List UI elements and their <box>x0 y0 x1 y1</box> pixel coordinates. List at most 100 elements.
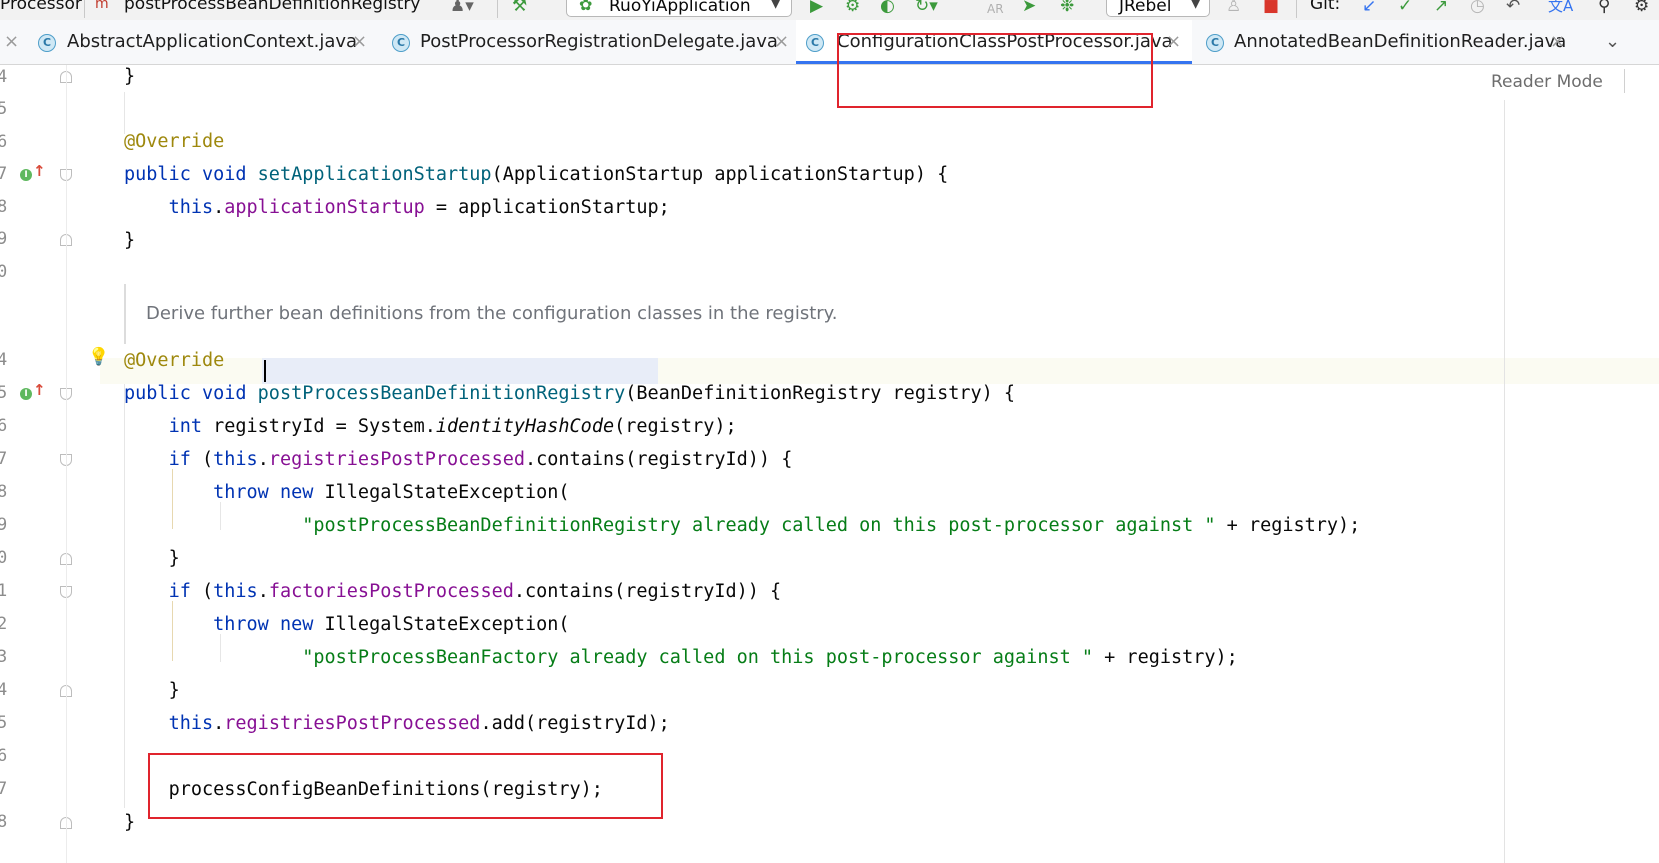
lightbulb-icon[interactable]: 💡 <box>88 347 109 367</box>
attach-icon[interactable]: ♙ <box>1226 0 1241 17</box>
close-icon[interactable]: × <box>1550 31 1565 52</box>
line-number: 0 <box>0 262 8 282</box>
close-icon[interactable]: × <box>774 31 789 52</box>
java-class-icon: C <box>392 34 410 52</box>
code-line: throw new IllegalStateException( <box>213 614 570 635</box>
search-icon[interactable]: ⚲ <box>1598 0 1610 17</box>
line-number: 7 <box>0 779 8 799</box>
toolbar-separator <box>1296 0 1297 18</box>
chevron-down-icon: ▼ <box>770 0 781 11</box>
tab-label: AnnotatedBeanDefinitionReader.java <box>1234 31 1567 52</box>
right-margin-guide <box>1504 100 1505 863</box>
main-toolbar: Processor m postProcessBeanDefinitionReg… <box>0 0 1659 20</box>
java-class-icon: C <box>806 34 824 52</box>
gutter-divider <box>66 65 67 863</box>
stop-icon[interactable]: ■ <box>1263 0 1279 17</box>
code-line: } <box>124 66 136 87</box>
indent-guide <box>124 92 125 134</box>
line-number: 5 <box>0 99 8 119</box>
line-number: 5 <box>0 383 8 403</box>
coverage-icon[interactable]: ◐ <box>880 0 895 17</box>
line-number: 2 <box>0 614 8 634</box>
line-number: 6 <box>0 416 8 436</box>
line-number: 6 <box>0 132 8 152</box>
method-name-highlight <box>262 358 658 384</box>
code-line: if (this.factoriesPostProcessed.contains… <box>168 581 782 602</box>
profile-icon[interactable]: ↻▾ <box>915 0 938 17</box>
jrebel-run-icon[interactable]: ➤ <box>1022 0 1036 17</box>
close-icon[interactable]: × <box>4 31 19 52</box>
settings-icon[interactable]: ⚙ <box>1634 0 1649 17</box>
close-icon[interactable]: × <box>352 31 367 52</box>
line-number: 7 <box>0 164 8 184</box>
reader-mode-divider <box>1624 69 1625 93</box>
rendered-javadoc[interactable]: Derive further bean definitions from the… <box>124 284 1546 344</box>
tab-annotated-bean-definition-reader[interactable]: C AnnotatedBeanDefinitionReader.java × <box>1196 20 1576 64</box>
line-number: 8 <box>0 197 8 217</box>
line-number: 6 <box>0 746 8 766</box>
line-number: 0 <box>0 548 8 568</box>
code-line: } <box>124 230 136 251</box>
git-update-icon[interactable]: ↙ <box>1362 0 1376 17</box>
breadcrumb-method[interactable]: postProcessBeanDefinitionRegistry <box>124 0 420 14</box>
code-line: @Override <box>124 131 225 152</box>
translate-icon[interactable]: 文A <box>1548 0 1573 17</box>
breadcrumb-class[interactable]: Processor <box>0 0 82 14</box>
code-line: "postProcessBeanFactory already called o… <box>302 647 1238 668</box>
implements-method-icon[interactable]: I <box>20 169 32 181</box>
tab-label: PostProcessorRegistrationDelegate.java <box>420 31 778 52</box>
editor-gutter[interactable]: 4 5 6 7 8 9 0 4 5 6 7 8 9 0 1 2 3 4 5 6 … <box>0 65 109 863</box>
code-line: this.applicationStartup = applicationSta… <box>168 197 670 218</box>
implements-method-icon[interactable]: I <box>20 388 32 400</box>
git-label: Git: <box>1310 0 1341 14</box>
method-icon: m <box>95 0 109 12</box>
code-editor[interactable]: 4 5 6 7 8 9 0 4 5 6 7 8 9 0 1 2 3 4 5 6 … <box>0 65 1659 863</box>
line-number: 9 <box>0 229 8 249</box>
code-line: } <box>124 812 136 833</box>
tab-post-processor-registration-delegate[interactable]: C PostProcessorRegistrationDelegate.java… <box>386 20 794 64</box>
line-number: 8 <box>0 812 8 832</box>
code-line: @Override <box>124 350 225 371</box>
tab-abstract-application-context[interactable]: C AbstractApplicationContext.java × <box>30 20 382 64</box>
line-number: 4 <box>0 680 8 700</box>
git-push-icon[interactable]: ↗ <box>1434 0 1448 17</box>
rollback-icon[interactable]: ↶ <box>1506 0 1520 17</box>
override-arrow-icon[interactable]: ↑ <box>33 381 46 399</box>
run-configuration-select[interactable]: ✿ RuoYiApplication ▼ <box>566 0 792 17</box>
chevron-down-icon: ▼ <box>1190 0 1201 11</box>
jrebel-select[interactable]: JRebel ▼ <box>1106 0 1210 17</box>
line-number: 1 <box>0 581 8 601</box>
debug-icon[interactable]: ⚙ <box>845 0 860 17</box>
history-icon[interactable]: ◷ <box>1470 0 1485 17</box>
code-line: } <box>168 680 180 701</box>
close-icon[interactable]: × <box>1166 31 1181 52</box>
spring-boot-icon: ✿ <box>579 0 593 14</box>
jrebel-debug-icon[interactable]: ❉ <box>1060 0 1074 17</box>
override-arrow-icon[interactable]: ↑ <box>33 162 46 180</box>
code-line: "postProcessBeanDefinitionRegistry alrea… <box>302 515 1361 536</box>
build-hammer-icon[interactable]: ⚒ <box>512 0 527 17</box>
code-line: int registryId = System.identityHashCode… <box>168 416 737 437</box>
ar-icon[interactable]: AR <box>987 0 1004 20</box>
run-configuration-label: RuoYiApplication <box>609 0 751 16</box>
jrebel-label: JRebel <box>1119 0 1172 16</box>
line-number: 7 <box>0 449 8 469</box>
code-line: public void postProcessBeanDefinitionReg… <box>124 383 1016 404</box>
user-icon[interactable]: ♟▾ <box>450 0 474 17</box>
run-icon[interactable]: ▶ <box>810 0 823 17</box>
java-class-icon: C <box>38 34 56 52</box>
java-class-icon: C <box>1206 34 1224 52</box>
toolbar-separator <box>497 0 498 18</box>
git-commit-icon[interactable]: ✓ <box>1398 0 1412 17</box>
chevron-down-icon[interactable]: ⌄ <box>1605 31 1620 52</box>
breadcrumb-separator <box>84 0 85 18</box>
text-caret <box>264 360 266 382</box>
reader-mode-toggle[interactable]: Reader Mode <box>1491 72 1603 92</box>
code-line: if (this.registriesPostProcessed.contain… <box>168 449 793 470</box>
line-number: 8 <box>0 482 8 502</box>
code-line: } <box>168 548 180 569</box>
editor-tab-bar: × C AbstractApplicationContext.java × C … <box>0 20 1659 65</box>
line-number: 3 <box>0 647 8 667</box>
line-number: 4 <box>0 67 8 87</box>
tab-highlight-box <box>837 33 1153 108</box>
